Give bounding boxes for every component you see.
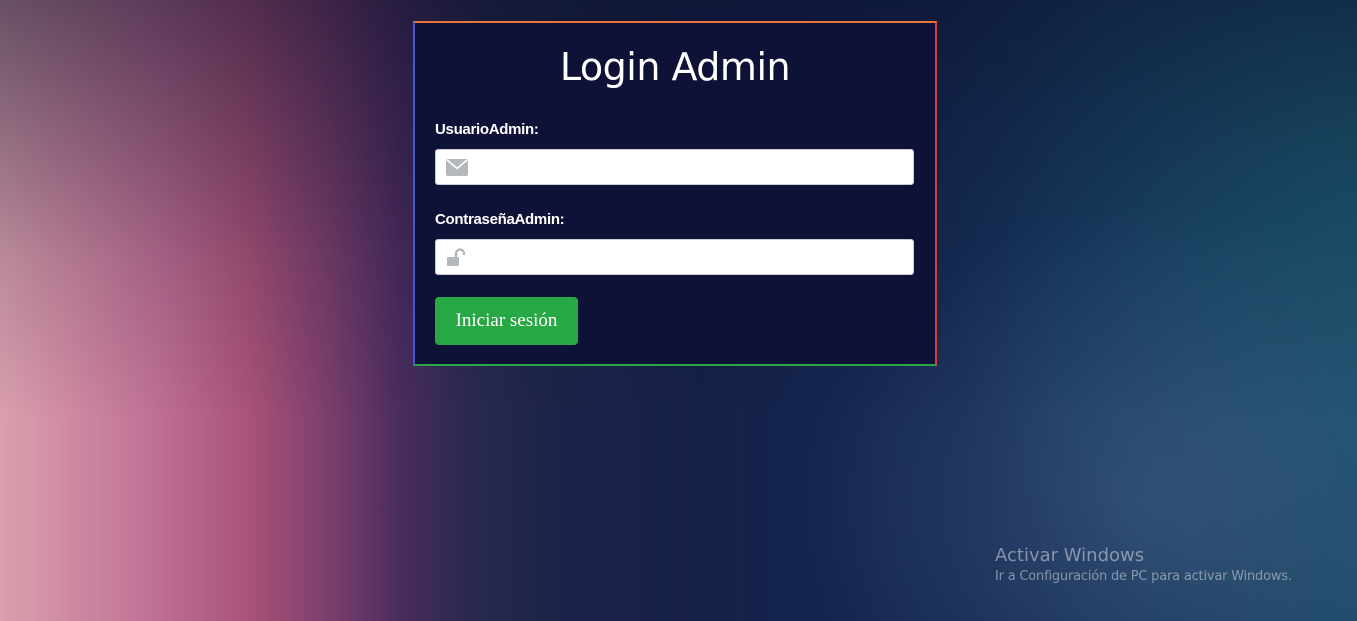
username-label: UsuarioAdmin: <box>435 121 539 138</box>
login-title: Login Admin <box>559 45 791 89</box>
watermark-subtitle: Ir a Configuración de PC para activar Wi… <box>995 569 1292 584</box>
username-field[interactable] <box>435 149 914 185</box>
password-input[interactable] <box>478 240 908 274</box>
unlock-icon <box>446 248 468 268</box>
envelope-icon <box>446 158 468 178</box>
watermark-title: Activar Windows <box>995 545 1145 566</box>
login-button[interactable]: Iniciar sesión <box>435 297 578 345</box>
page-background: { "login": { "title": "Login Admin", "us… <box>0 0 1357 621</box>
login-form: Login Admin UsuarioAdmin: ContraseñaAdmi… <box>413 21 937 366</box>
password-field[interactable] <box>435 239 914 275</box>
password-label: ContraseñaAdmin: <box>435 211 565 228</box>
windows-activation-watermark: Activar Windows Ir a Configuración de PC… <box>995 545 1292 587</box>
username-input[interactable] <box>478 150 908 184</box>
